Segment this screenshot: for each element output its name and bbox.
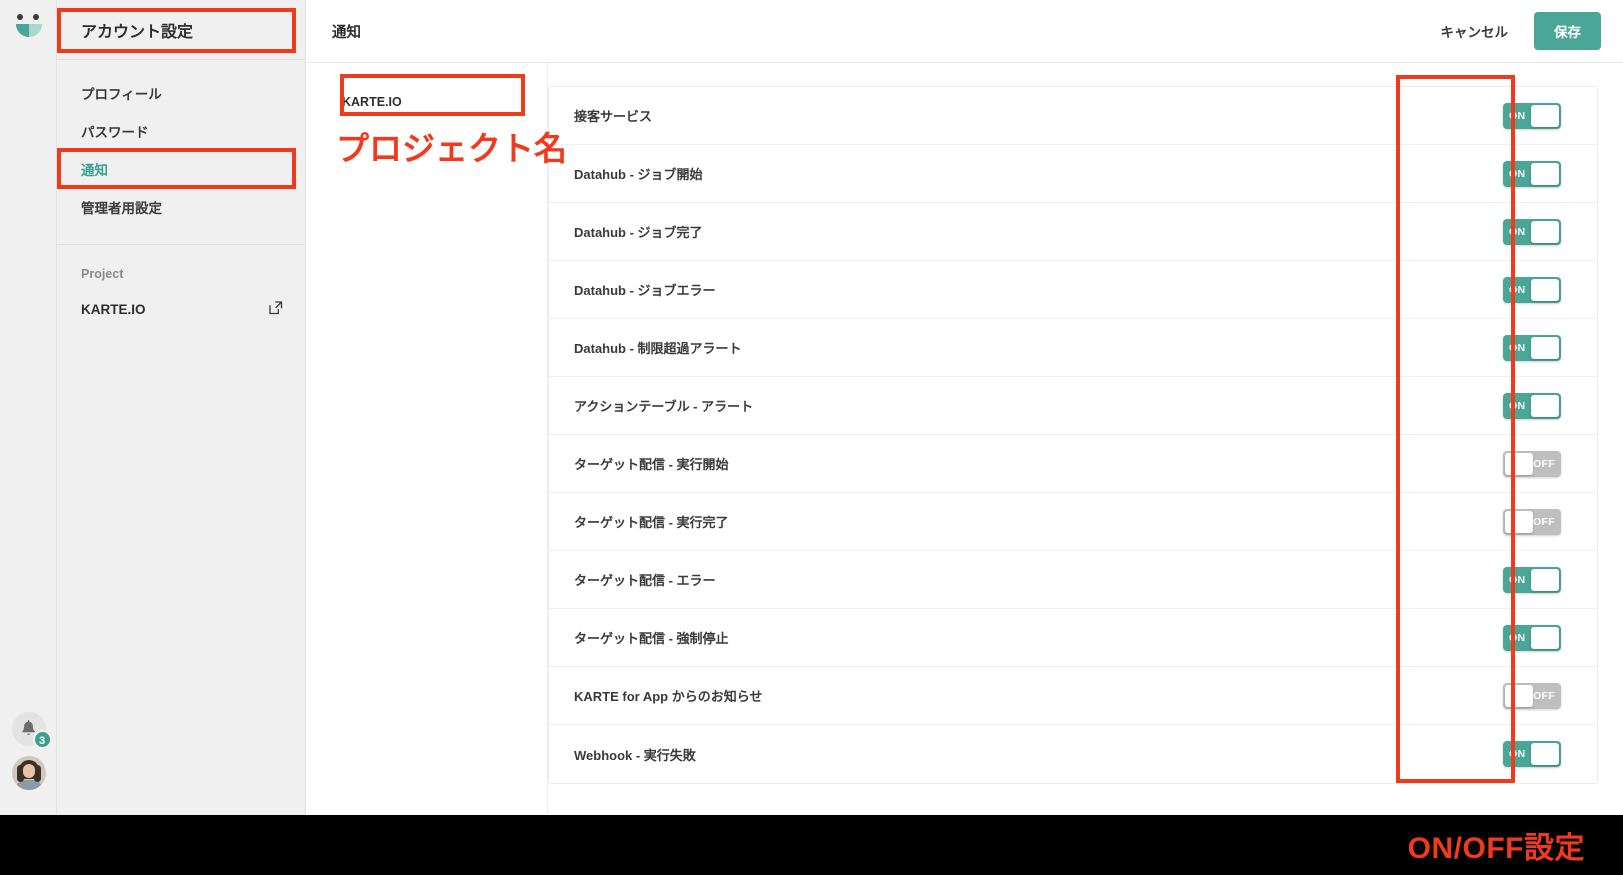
sidebar-group-label-project: Project xyxy=(81,267,124,281)
main-content: 通知 キャンセル 保存 KARTE.IO 接客サービス ON Datahub -… xyxy=(307,0,1623,815)
settings-nav-list: プロフィール パスワード 通知 管理者用設定 xyxy=(57,60,305,226)
notification-label: Datahub - ジョブエラー xyxy=(574,283,716,298)
notification-toggle[interactable]: ON xyxy=(1503,624,1561,651)
notification-label: ターゲット配信 - 実行完了 xyxy=(574,515,729,530)
external-link-icon[interactable] xyxy=(269,300,283,318)
toggle-state-label: ON xyxy=(1509,399,1526,412)
project-selector-item-karte-io[interactable]: KARTE.IO xyxy=(307,87,547,117)
notification-label: Webhook - 実行失敗 xyxy=(574,747,696,763)
toggle-knob xyxy=(1531,394,1559,417)
notification-toggle[interactable]: ON xyxy=(1503,392,1561,419)
toggle-state-label: ON xyxy=(1509,109,1526,122)
page-topbar: 通知 キャンセル 保存 xyxy=(307,0,1623,63)
notification-toggle[interactable]: ON xyxy=(1503,218,1561,245)
notification-settings-panel: 接客サービス ON Datahub - ジョブ開始 ON Datahub - ジ… xyxy=(548,86,1598,784)
toggle-knob xyxy=(1531,162,1559,185)
toggle-state-label: ON xyxy=(1509,283,1526,296)
toggle-knob xyxy=(1505,510,1533,533)
toggle-state-label: ON xyxy=(1509,573,1526,586)
notifications-button[interactable]: 3 xyxy=(11,712,52,749)
sidebar-item-label: パスワード xyxy=(81,125,149,140)
sidebar-project-label: KARTE.IO xyxy=(81,301,146,317)
toggle-knob xyxy=(1505,684,1533,707)
table-row: 接客サービス ON xyxy=(549,87,1597,145)
table-row: Datahub - ジョブエラー ON xyxy=(549,261,1597,319)
karte-logo[interactable] xyxy=(11,12,47,42)
notification-toggle[interactable]: OFF xyxy=(1503,450,1561,477)
table-row: Datahub - ジョブ完了 ON xyxy=(549,203,1597,261)
logo-eye-left xyxy=(17,14,23,20)
notification-label: アクションテーブル - アラート xyxy=(574,399,754,414)
table-row: ターゲット配信 - 実行完了 OFF xyxy=(549,493,1597,551)
sidebar-item-admin-settings[interactable]: 管理者用設定 xyxy=(57,188,305,226)
notifications-badge: 3 xyxy=(32,730,52,749)
table-row: ターゲット配信 - 実行開始 OFF xyxy=(549,435,1597,493)
notification-label: Datahub - ジョブ開始 xyxy=(574,167,703,182)
sidebar-item-profile[interactable]: プロフィール xyxy=(57,74,305,112)
sidebar-item-label: プロフィール xyxy=(81,87,162,102)
table-row: アクションテーブル - アラート ON xyxy=(549,377,1597,435)
logo-smile-icon xyxy=(16,24,42,37)
toggle-knob xyxy=(1531,743,1559,765)
sidebar-project-karte-io[interactable]: KARTE.IO xyxy=(57,290,305,328)
toggle-knob xyxy=(1505,452,1533,475)
notification-toggle[interactable]: ON xyxy=(1503,102,1561,129)
app-root: 3 アカウント設定 プロフィール パスワード 通知 管理者用設定 Project… xyxy=(0,0,1623,875)
toggle-knob xyxy=(1531,626,1559,649)
table-row: Webhook - 実行失敗 ON xyxy=(549,725,1597,783)
table-row: KARTE for App からのお知らせ OFF xyxy=(549,667,1597,725)
avatar-hair-right xyxy=(33,765,41,782)
toggle-state-label: ON xyxy=(1509,631,1526,644)
table-row: Datahub - 制限超過アラート ON xyxy=(549,319,1597,377)
notification-label: ターゲット配信 - エラー xyxy=(574,573,716,588)
cancel-button[interactable]: キャンセル xyxy=(1441,21,1509,41)
rail-bottom-actions: 3 xyxy=(0,712,57,815)
project-selector-label: KARTE.IO xyxy=(342,95,402,109)
notification-label: 接客サービス xyxy=(574,109,653,124)
notification-label: ターゲット配信 - 実行開始 xyxy=(574,457,729,472)
settings-body: KARTE.IO 接客サービス ON Datahub - ジョブ開始 ON Da… xyxy=(307,63,1623,815)
toggle-knob xyxy=(1531,568,1559,591)
topbar-actions: キャンセル 保存 xyxy=(1441,12,1601,50)
sidebar-item-label: 通知 xyxy=(81,163,108,178)
settings-sidebar-title: アカウント設定 xyxy=(57,0,305,60)
icon-rail: 3 xyxy=(0,0,57,815)
avatar-face xyxy=(22,764,35,778)
toggle-knob xyxy=(1531,220,1559,243)
toggle-state-label: ON xyxy=(1509,167,1526,180)
settings-sidebar: アカウント設定 プロフィール パスワード 通知 管理者用設定 Project K… xyxy=(57,0,306,815)
toggle-knob xyxy=(1531,278,1559,301)
notification-toggle[interactable]: ON xyxy=(1503,276,1561,303)
notification-toggle[interactable]: ON xyxy=(1503,741,1561,767)
sidebar-item-notifications[interactable]: 通知 xyxy=(57,150,305,188)
notification-label: Datahub - ジョブ完了 xyxy=(574,225,703,240)
toggle-state-label: ON xyxy=(1509,341,1526,354)
toggle-state-label: ON xyxy=(1509,748,1526,760)
bottom-black-band: ON/OFF設定 xyxy=(0,815,1623,875)
toggle-state-label: ON xyxy=(1509,225,1526,238)
notification-toggle[interactable]: OFF xyxy=(1503,508,1561,535)
save-button[interactable]: 保存 xyxy=(1534,12,1601,50)
table-row: Datahub - ジョブ開始 ON xyxy=(549,145,1597,203)
notification-label: Datahub - 制限超過アラート xyxy=(574,341,742,356)
sidebar-item-password[interactable]: パスワード xyxy=(57,112,305,150)
table-row: ターゲット配信 - エラー ON xyxy=(549,551,1597,609)
notification-label: KARTE for App からのお知らせ xyxy=(574,689,763,704)
sidebar-item-label: 管理者用設定 xyxy=(81,201,162,216)
page-title: 通知 xyxy=(332,24,361,41)
avatar[interactable] xyxy=(11,756,46,790)
notification-toggle[interactable]: ON xyxy=(1503,334,1561,361)
annotation-onoff-caption: ON/OFF設定 xyxy=(1407,832,1585,865)
notification-label: ターゲット配信 - 強制停止 xyxy=(574,631,729,646)
project-selector-column: KARTE.IO xyxy=(307,63,548,815)
toggle-knob xyxy=(1531,104,1559,127)
toggle-knob xyxy=(1531,336,1559,359)
notification-toggle[interactable]: ON xyxy=(1503,566,1561,593)
notification-toggle[interactable]: ON xyxy=(1503,160,1561,187)
table-row: ターゲット配信 - 強制停止 ON xyxy=(549,609,1597,667)
logo-eye-right xyxy=(33,14,39,20)
notification-toggle[interactable]: OFF xyxy=(1503,682,1561,709)
